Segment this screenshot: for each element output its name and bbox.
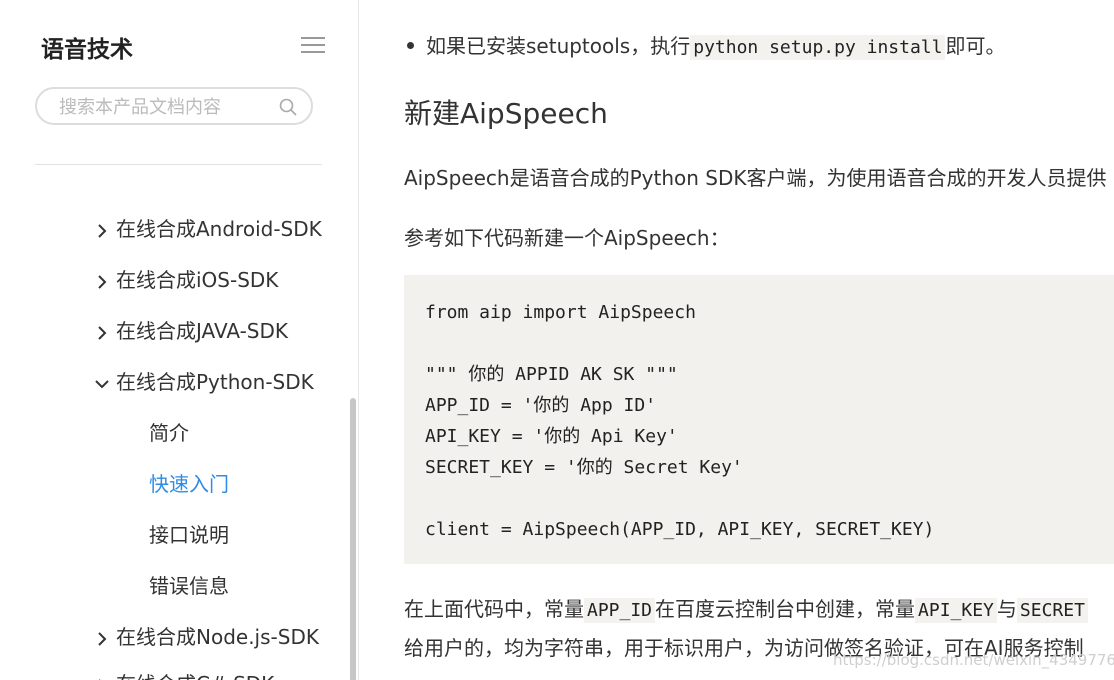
sidebar-scrollbar[interactable] bbox=[350, 398, 356, 680]
sidebar-item-python-sdk[interactable]: 在线合成Python-SDK bbox=[92, 366, 314, 395]
watermark: https://blog.csdn.net/weixin_43497769 bbox=[833, 651, 1114, 669]
sidebar-title: 语音技术 bbox=[41, 37, 133, 63]
chevron-right-icon bbox=[98, 274, 107, 289]
sidebar-item-quickstart[interactable]: 快速入门 bbox=[149, 468, 229, 497]
section-heading: 新建AipSpeech bbox=[404, 97, 608, 130]
bullet-text: 即可。 bbox=[945, 34, 1006, 58]
sidebar-divider bbox=[35, 164, 322, 165]
sidebar-item-ios-sdk[interactable]: 在线合成iOS-SDK bbox=[92, 264, 278, 293]
code-text: from aip import AipSpeech """ 你的 APPID A… bbox=[425, 302, 935, 540]
inline-code: APP_ID bbox=[584, 598, 656, 623]
hamburger-icon[interactable] bbox=[301, 37, 325, 55]
sidebar-item-intro[interactable]: 简介 bbox=[149, 417, 189, 446]
bullet-text: 如果已安装setuptools，执行 bbox=[426, 34, 691, 58]
inline-code: SECRET bbox=[1016, 598, 1088, 623]
sidebar-item-label: 在线合成Android-SDK bbox=[116, 217, 322, 241]
paragraph: AipSpeech是语音合成的Python SDK客户端，为使用语音合成的开发人… bbox=[404, 166, 1107, 190]
search-input[interactable] bbox=[57, 95, 271, 119]
list-item: 如果已安装setuptools，执行 python setup.py instal… bbox=[407, 30, 1006, 60]
chevron-right-icon bbox=[98, 223, 107, 238]
sidebar-item-error-info[interactable]: 错误信息 bbox=[149, 570, 229, 599]
chevron-right-icon bbox=[98, 678, 101, 680]
chevron-right-icon bbox=[98, 325, 107, 340]
sidebar-item-csharp-sdk[interactable]: 在线合成C# SDK bbox=[92, 668, 274, 680]
chevron-down-icon bbox=[95, 379, 109, 388]
sidebar-item-label: 在线合成Python-SDK bbox=[116, 370, 314, 394]
paragraph: 在上面代码中，常量 APP_ID 在百度云控制台中创建，常量 API_KEY 与 SECR… bbox=[404, 593, 1088, 623]
sidebar-item-label: 在线合成JAVA-SDK bbox=[116, 319, 289, 343]
sidebar-item-android-sdk[interactable]: 在线合成Android-SDK bbox=[92, 213, 322, 242]
sidebar: 语音技术 在线合成Android-SDK 在线合成iOS-SDK 在线合成JAV… bbox=[0, 0, 359, 680]
sidebar-item-label: 在线合成iOS-SDK bbox=[116, 268, 279, 292]
paragraph: 参考如下代码新建一个AipSpeech： bbox=[404, 226, 730, 250]
inline-code: API_KEY bbox=[915, 598, 997, 623]
chevron-right-icon bbox=[98, 631, 107, 646]
bullet-dot bbox=[407, 42, 414, 49]
inline-code: python setup.py install bbox=[690, 35, 946, 60]
code-block: from aip import AipSpeech """ 你的 APPID A… bbox=[404, 275, 1114, 564]
sidebar-item-label: 在线合成Node.js-SDK bbox=[116, 625, 319, 649]
sidebar-item-api-docs[interactable]: 接口说明 bbox=[149, 519, 229, 548]
search-box bbox=[35, 87, 313, 125]
sidebar-item-java-sdk[interactable]: 在线合成JAVA-SDK bbox=[92, 315, 288, 344]
sidebar-item-label: 在线合成C# SDK bbox=[116, 672, 274, 680]
sidebar-item-nodejs-sdk[interactable]: 在线合成Node.js-SDK bbox=[92, 621, 319, 650]
search-icon[interactable] bbox=[279, 98, 297, 116]
doc-content: 如果已安装setuptools，执行 python setup.py instal… bbox=[359, 0, 1114, 680]
